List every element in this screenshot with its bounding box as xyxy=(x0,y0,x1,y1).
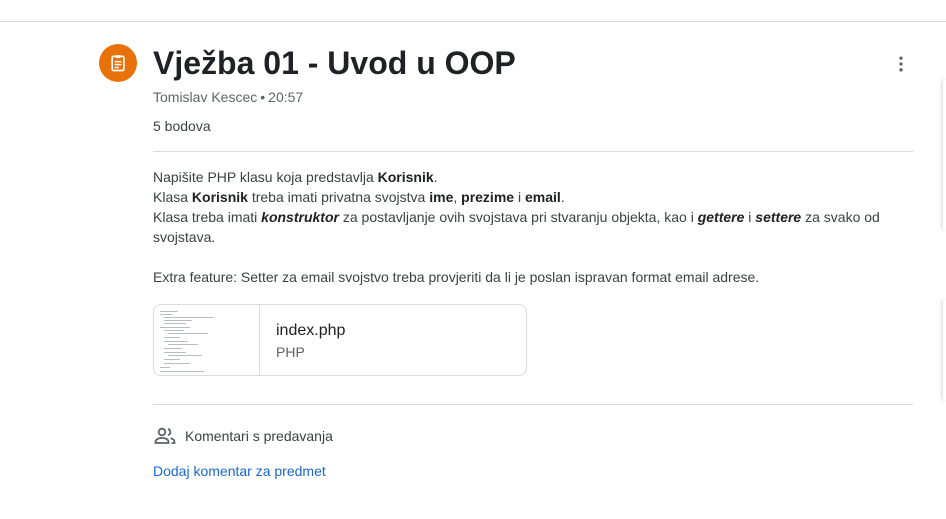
top-divider xyxy=(0,21,946,22)
people-icon xyxy=(154,427,176,444)
property-ime: ime xyxy=(429,189,454,205)
text: za postavljanje ovih svojstava pri stvar… xyxy=(338,209,698,225)
clipboard-icon xyxy=(111,55,125,72)
add-class-comment-link[interactable]: Dodaj komentar za predmet xyxy=(153,461,326,481)
text: . xyxy=(560,189,565,205)
attachment-info: index.php PHP xyxy=(260,305,345,375)
text: , xyxy=(453,189,462,205)
text: i xyxy=(514,189,525,205)
class-name-bold: Korisnik xyxy=(191,189,248,205)
description-line-3: Klasa treba imati konstruktor za postavl… xyxy=(153,207,913,247)
text: Napišite PHP klasu koja predstavlja xyxy=(153,169,378,185)
term-settere: settere xyxy=(755,209,802,225)
description-line-1: Napišite PHP klasu koja predstavlja Kori… xyxy=(153,167,913,187)
assignment-description: Napišite PHP klasu koja predstavlja Kori… xyxy=(153,167,913,287)
text: . xyxy=(433,169,438,185)
section-divider xyxy=(153,151,913,152)
class-comments-header: Komentari s predavanja xyxy=(153,424,333,448)
author-name: Tomislav Kescec xyxy=(153,89,258,105)
section-divider-comments xyxy=(153,404,913,405)
text: Klasa xyxy=(153,189,192,205)
assignment-meta: Tomislav Kescec • 20:57 xyxy=(153,88,303,106)
attachment-card[interactable]: index.php PHP xyxy=(153,304,527,376)
text: i xyxy=(744,209,756,225)
attachment-thumbnail xyxy=(154,305,260,375)
term-konstruktor: konstruktor xyxy=(261,209,339,225)
property-prezime: prezime xyxy=(461,189,515,205)
description-line-2: Klasa Korisnik treba imati privatna svoj… xyxy=(153,187,913,207)
posted-time: 20:57 xyxy=(268,89,304,105)
class-comments-label: Komentari s predavanja xyxy=(185,428,333,444)
meta-separator: • xyxy=(260,89,266,105)
more-options-button[interactable] xyxy=(885,48,917,80)
more-vert-icon xyxy=(899,56,903,72)
text: treba imati privatna svojstva xyxy=(247,189,430,205)
text: Klasa treba imati xyxy=(153,209,262,225)
attachment-name: index.php xyxy=(276,322,346,339)
term-gettere: gettere xyxy=(697,209,745,225)
assignment-points: 5 bodova xyxy=(153,118,211,134)
description-line-4: Extra feature: Setter za email svojstvo … xyxy=(153,269,760,285)
class-name-bold: Korisnik xyxy=(377,169,434,185)
attachment-type: PHP xyxy=(276,344,305,360)
assignment-title: Vježba 01 - Uvod u OOP xyxy=(153,45,516,81)
assignment-icon xyxy=(99,44,137,82)
property-email: email xyxy=(524,189,561,205)
